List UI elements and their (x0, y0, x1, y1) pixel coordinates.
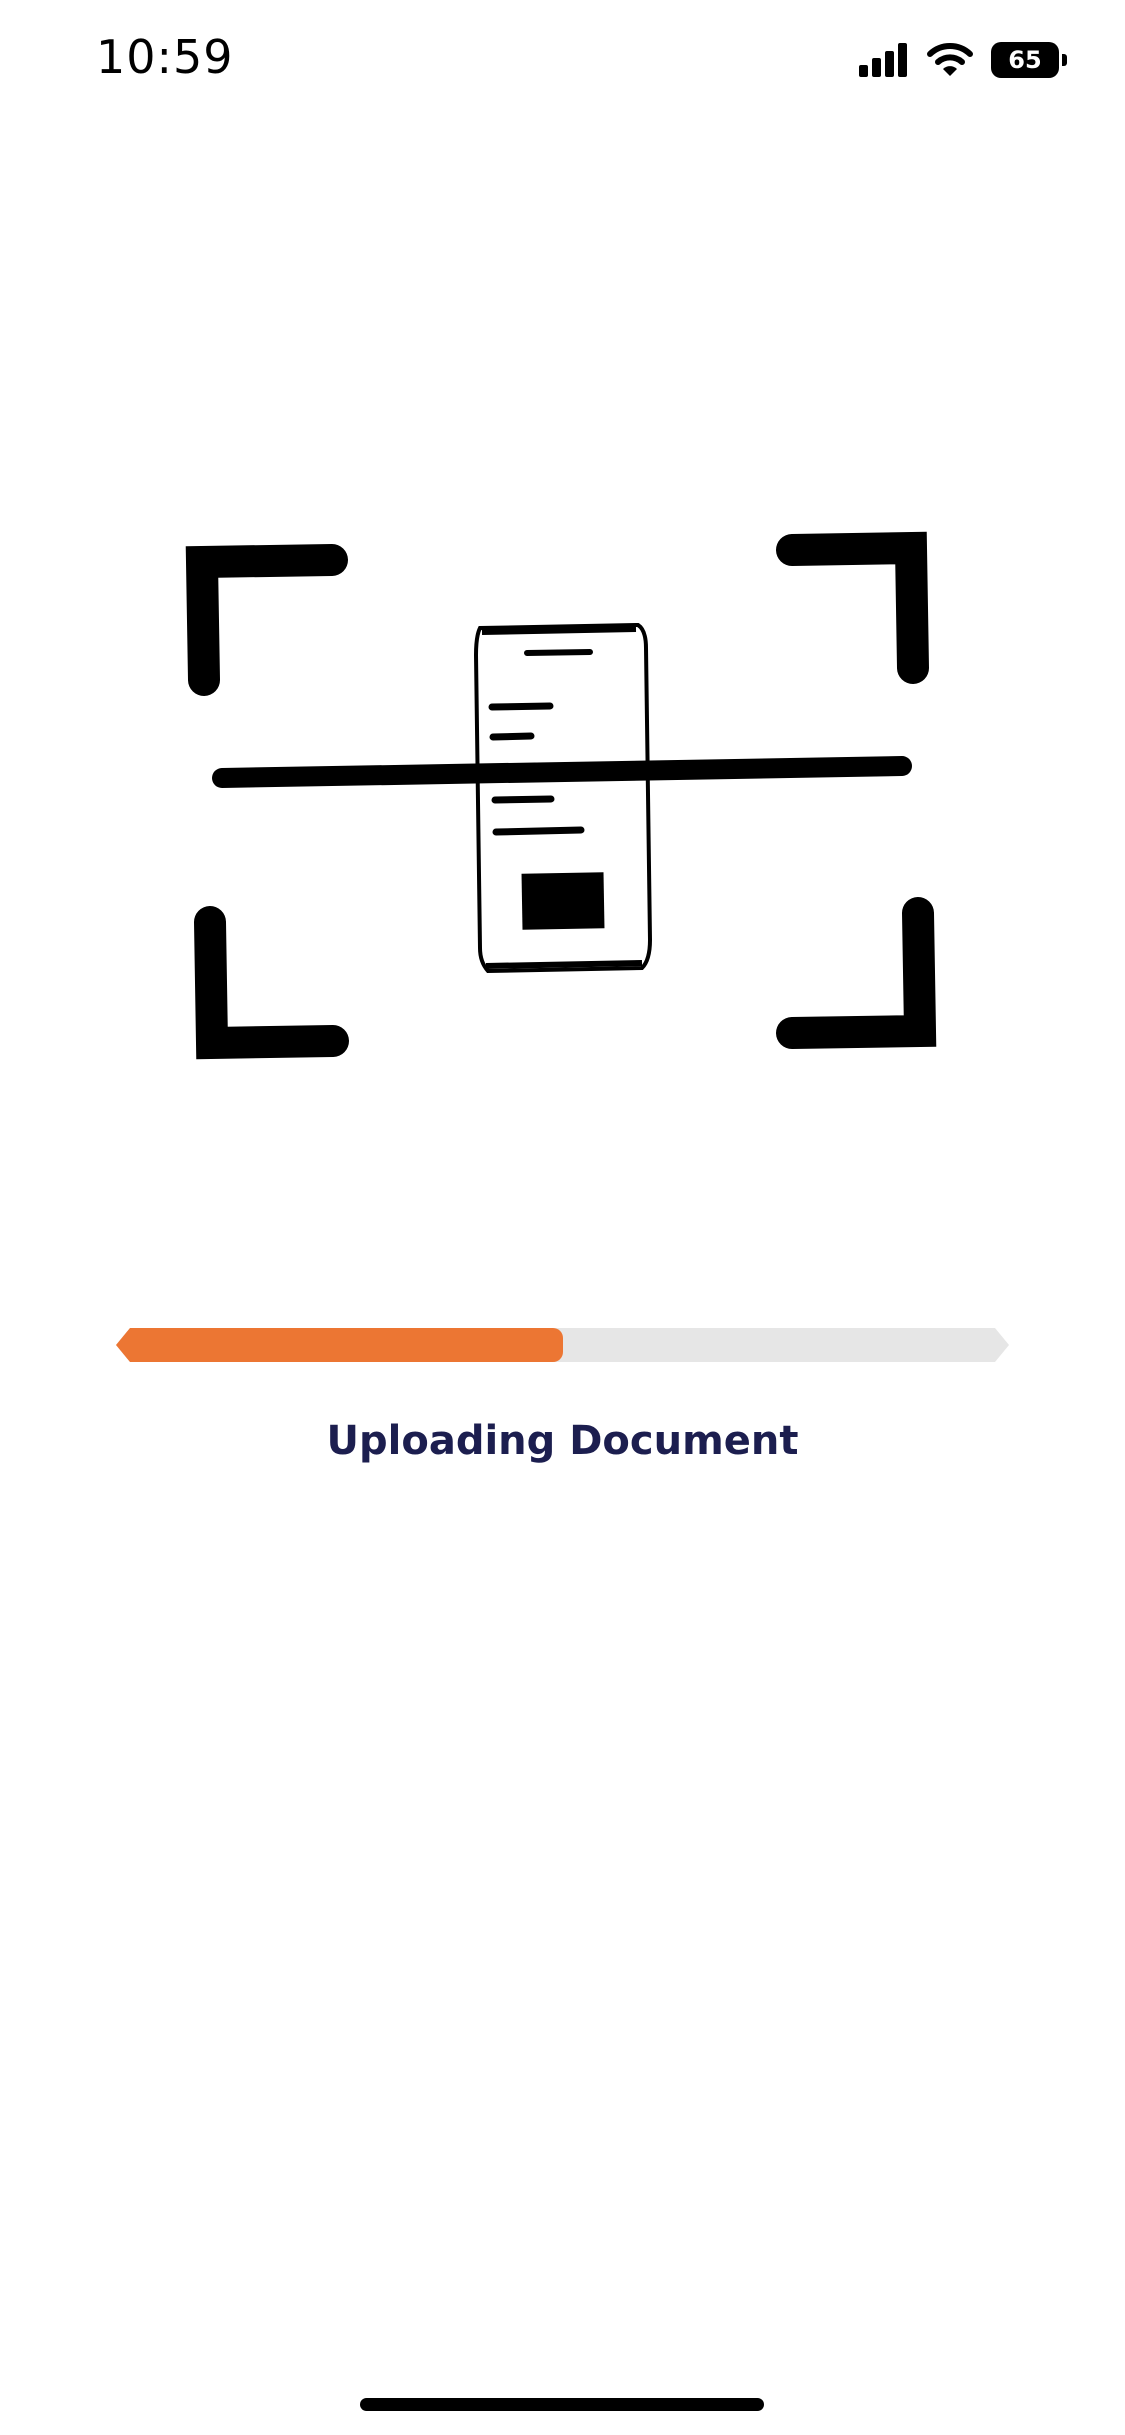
document-scan-illustration (185, 531, 937, 1060)
scan-line (212, 756, 912, 788)
home-indicator[interactable] (360, 2398, 764, 2411)
upload-progress-fill (116, 1328, 563, 1362)
document-icon (473, 622, 653, 974)
upload-progress-bar (116, 1328, 1009, 1362)
scan-frame-top-right-icon (776, 531, 929, 684)
scan-frame-bottom-right-icon (776, 897, 937, 1049)
upload-status-label: Uploading Document (326, 1418, 799, 1464)
scan-frame-bottom-left-icon (194, 906, 349, 1060)
scan-frame-top-left-icon (185, 544, 348, 696)
